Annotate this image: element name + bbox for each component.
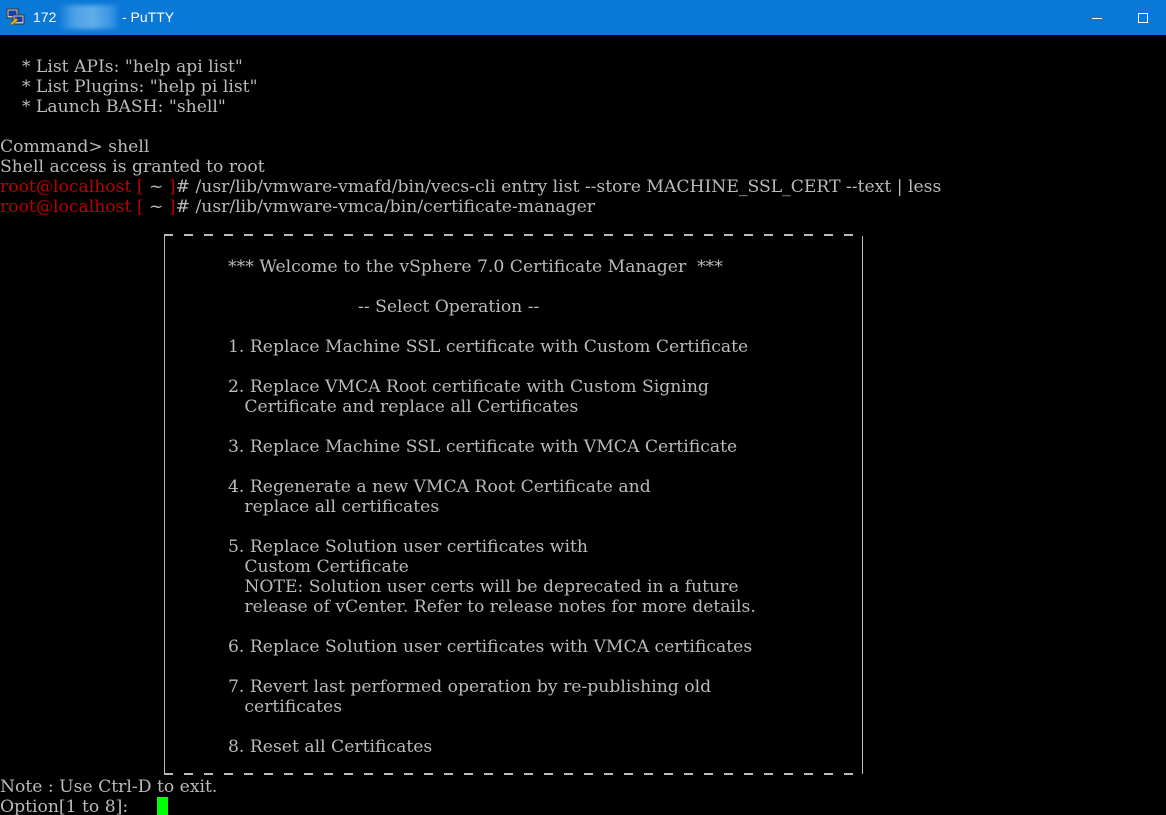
- help-line-plugins: * List Plugins: "help pi list": [0, 77, 258, 97]
- terminal-area[interactable]: * List APIs: "help api list" * List Plug…: [0, 37, 1166, 815]
- minimize-button[interactable]: [1074, 0, 1120, 35]
- command-text: /usr/lib/vmware-vmafd/bin/vecs-cli entry…: [195, 177, 942, 197]
- title-bar[interactable]: 172 - PuTTY: [0, 0, 1166, 35]
- terminal-cursor[interactable]: [157, 797, 168, 815]
- maximize-icon: [1138, 12, 1148, 23]
- menu-option-4: 4. Regenerate a new VMCA Root Certificat…: [228, 477, 651, 497]
- prompt-user-host: root@localhost: [0, 197, 132, 217]
- menu-option-5-note: NOTE: Solution user certs will be deprec…: [228, 577, 739, 597]
- shell-command-line-2: root@localhost [ ~ ]# /usr/lib/vmware-vm…: [0, 197, 595, 217]
- prompt-dir: ~: [149, 177, 164, 197]
- menu-border-bottom: [164, 773, 864, 775]
- prompt-bracket-open: [: [131, 177, 150, 197]
- menu-border-top: [164, 234, 864, 236]
- menu-option-2-cont: Certificate and replace all Certificates: [228, 397, 579, 417]
- prompt-hash: #: [175, 197, 196, 217]
- redacted-address: [58, 5, 120, 29]
- menu-option-7: 7. Revert last performed operation by re…: [228, 677, 712, 697]
- minimize-icon: [1092, 17, 1102, 19]
- menu-option-6: 6. Replace Solution user certificates wi…: [228, 637, 753, 657]
- prompt-hash: #: [175, 177, 196, 197]
- prompt-user-host: root@localhost: [0, 177, 132, 197]
- maximize-button[interactable]: [1120, 0, 1166, 35]
- prompt-dir: ~: [149, 197, 164, 217]
- menu-option-3: 3. Replace Machine SSL certificate with …: [228, 437, 738, 457]
- option-prompt: Option[1 to 8]:: [0, 797, 134, 815]
- menu-option-1: 1. Replace Machine SSL certificate with …: [228, 337, 749, 357]
- menu-option-7-cont: certificates: [228, 697, 343, 717]
- menu-option-5-cont: Custom Certificate: [228, 557, 409, 577]
- menu-welcome: *** Welcome to the vSphere 7.0 Certifica…: [228, 257, 723, 277]
- menu-option-8: 8. Reset all Certificates: [228, 737, 433, 757]
- menu-option-4-cont: replace all certificates: [228, 497, 440, 517]
- prompt-bracket-close: ]: [163, 177, 176, 197]
- shell-command-line-1: root@localhost [ ~ ]# /usr/lib/vmware-vm…: [0, 177, 941, 197]
- menu-option-5-note-cont: release of vCenter. Refer to release not…: [228, 597, 756, 617]
- menu-border-right: [862, 236, 863, 774]
- menu-border-left: [164, 236, 165, 774]
- window-title-prefix: 172: [33, 9, 57, 25]
- menu-option-5: 5. Replace Solution user certificates wi…: [228, 537, 588, 557]
- window-title-suffix: - PuTTY: [122, 9, 175, 25]
- prompt-bracket-open: [: [131, 197, 150, 217]
- command-prompt-line: Command> shell: [0, 137, 150, 157]
- note-line: Note : Use Ctrl-D to exit.: [0, 777, 218, 797]
- help-line-apis: * List APIs: "help api list": [0, 57, 243, 77]
- shell-granted-line: Shell access is granted to root: [0, 157, 265, 177]
- command-text: /usr/lib/vmware-vmca/bin/certificate-man…: [195, 197, 596, 217]
- putty-icon[interactable]: [6, 8, 25, 26]
- prompt-bracket-close: ]: [163, 197, 176, 217]
- help-line-bash: * Launch BASH: "shell": [0, 97, 226, 117]
- menu-option-2: 2. Replace VMCA Root certificate with Cu…: [228, 377, 709, 397]
- menu-select-operation: -- Select Operation --: [358, 297, 540, 317]
- putty-window: 172 - PuTTY * List APIs: "help api list"…: [0, 0, 1166, 815]
